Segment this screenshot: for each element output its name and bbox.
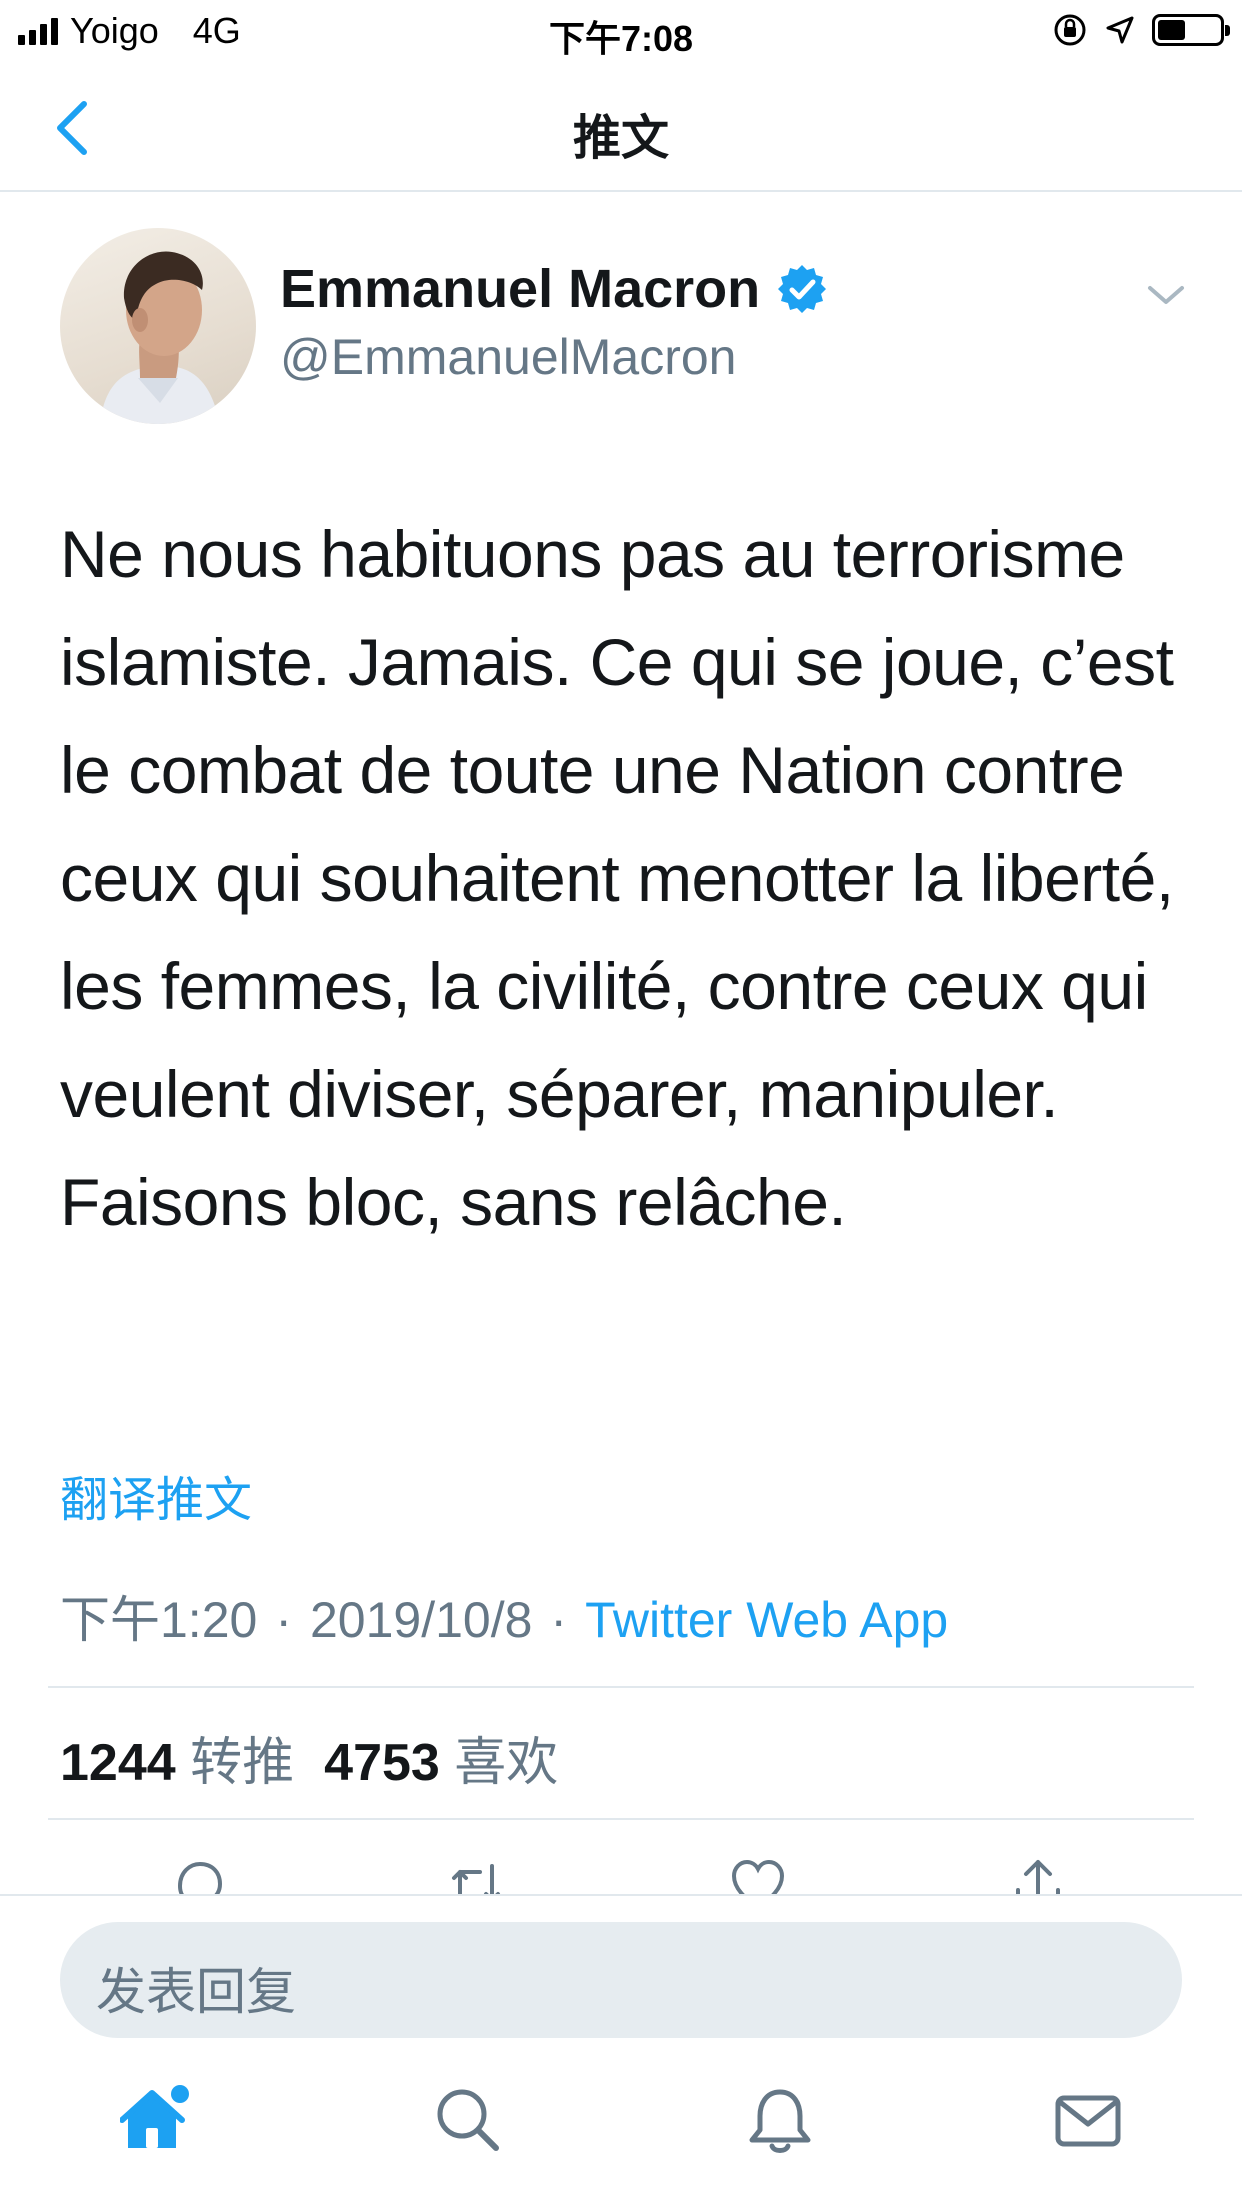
status-bar: Yoigo 4G 下午7:08 (0, 0, 1242, 62)
author-handle[interactable]: @EmmanuelMacron (280, 328, 736, 386)
meta-separator: · (275, 1592, 292, 1648)
search-icon[interactable] (432, 2084, 504, 2156)
chevron-down-icon[interactable] (1146, 280, 1186, 310)
tweet-meta: 下午1:20 · 2019/10/8 · Twitter Web App (60, 1580, 948, 1652)
tweet-text: Ne nous habituons pas au terrorisme isla… (60, 517, 1174, 1239)
battery-icon (1152, 14, 1230, 46)
avatar[interactable] (60, 228, 256, 424)
tweet-date: 2019/10/8 (309, 1592, 533, 1648)
messages-icon[interactable] (1052, 2084, 1124, 2156)
like-icon[interactable] (728, 1856, 788, 1894)
nav-bar: 推文 (0, 62, 1242, 192)
tweet-time: 下午1:20 (60, 1592, 258, 1648)
retweets-stat[interactable]: 1244 转推 (60, 1734, 294, 1792)
author-name[interactable]: Emmanuel Macron (280, 258, 760, 320)
location-icon (1106, 16, 1134, 44)
verified-badge-icon (778, 265, 827, 313)
meta-separator: · (550, 1592, 568, 1648)
retweets-count: 1244 (60, 1734, 176, 1792)
avatar-portrait (100, 251, 220, 424)
divider (48, 1686, 1194, 1688)
page-title: 推文 (572, 112, 669, 165)
bottom-bar: 发表回复 (0, 1894, 1242, 2208)
tweet-source-link[interactable]: Twitter Web App (585, 1592, 948, 1648)
tweet-stats: 1244 转推 4753 喜欢 (60, 1720, 558, 1795)
reply-input[interactable]: 发表回复 (60, 1922, 1182, 2038)
status-right (1052, 12, 1230, 48)
translate-tweet-link[interactable]: 翻译推文 (60, 1460, 252, 1530)
notifications-icon[interactable] (744, 2084, 816, 2156)
likes-count: 4753 (324, 1734, 440, 1792)
reply-placeholder: 发表回复 (96, 1964, 296, 2020)
reply-icon[interactable] (170, 1856, 230, 1894)
retweet-icon[interactable] (446, 1856, 506, 1894)
home-icon[interactable] (120, 2084, 192, 2156)
share-icon[interactable] (1008, 1856, 1068, 1894)
tab-bar (0, 2046, 1242, 2208)
tweet-actions (0, 1850, 1242, 1894)
retweets-label: 转推 (190, 1734, 295, 1792)
orientation-lock-icon (1054, 14, 1086, 46)
likes-label: 喜欢 (454, 1734, 559, 1792)
author-name-row[interactable]: Emmanuel Macron (280, 258, 828, 320)
likes-stat[interactable]: 4753 喜欢 (324, 1734, 558, 1792)
divider (48, 1818, 1194, 1820)
